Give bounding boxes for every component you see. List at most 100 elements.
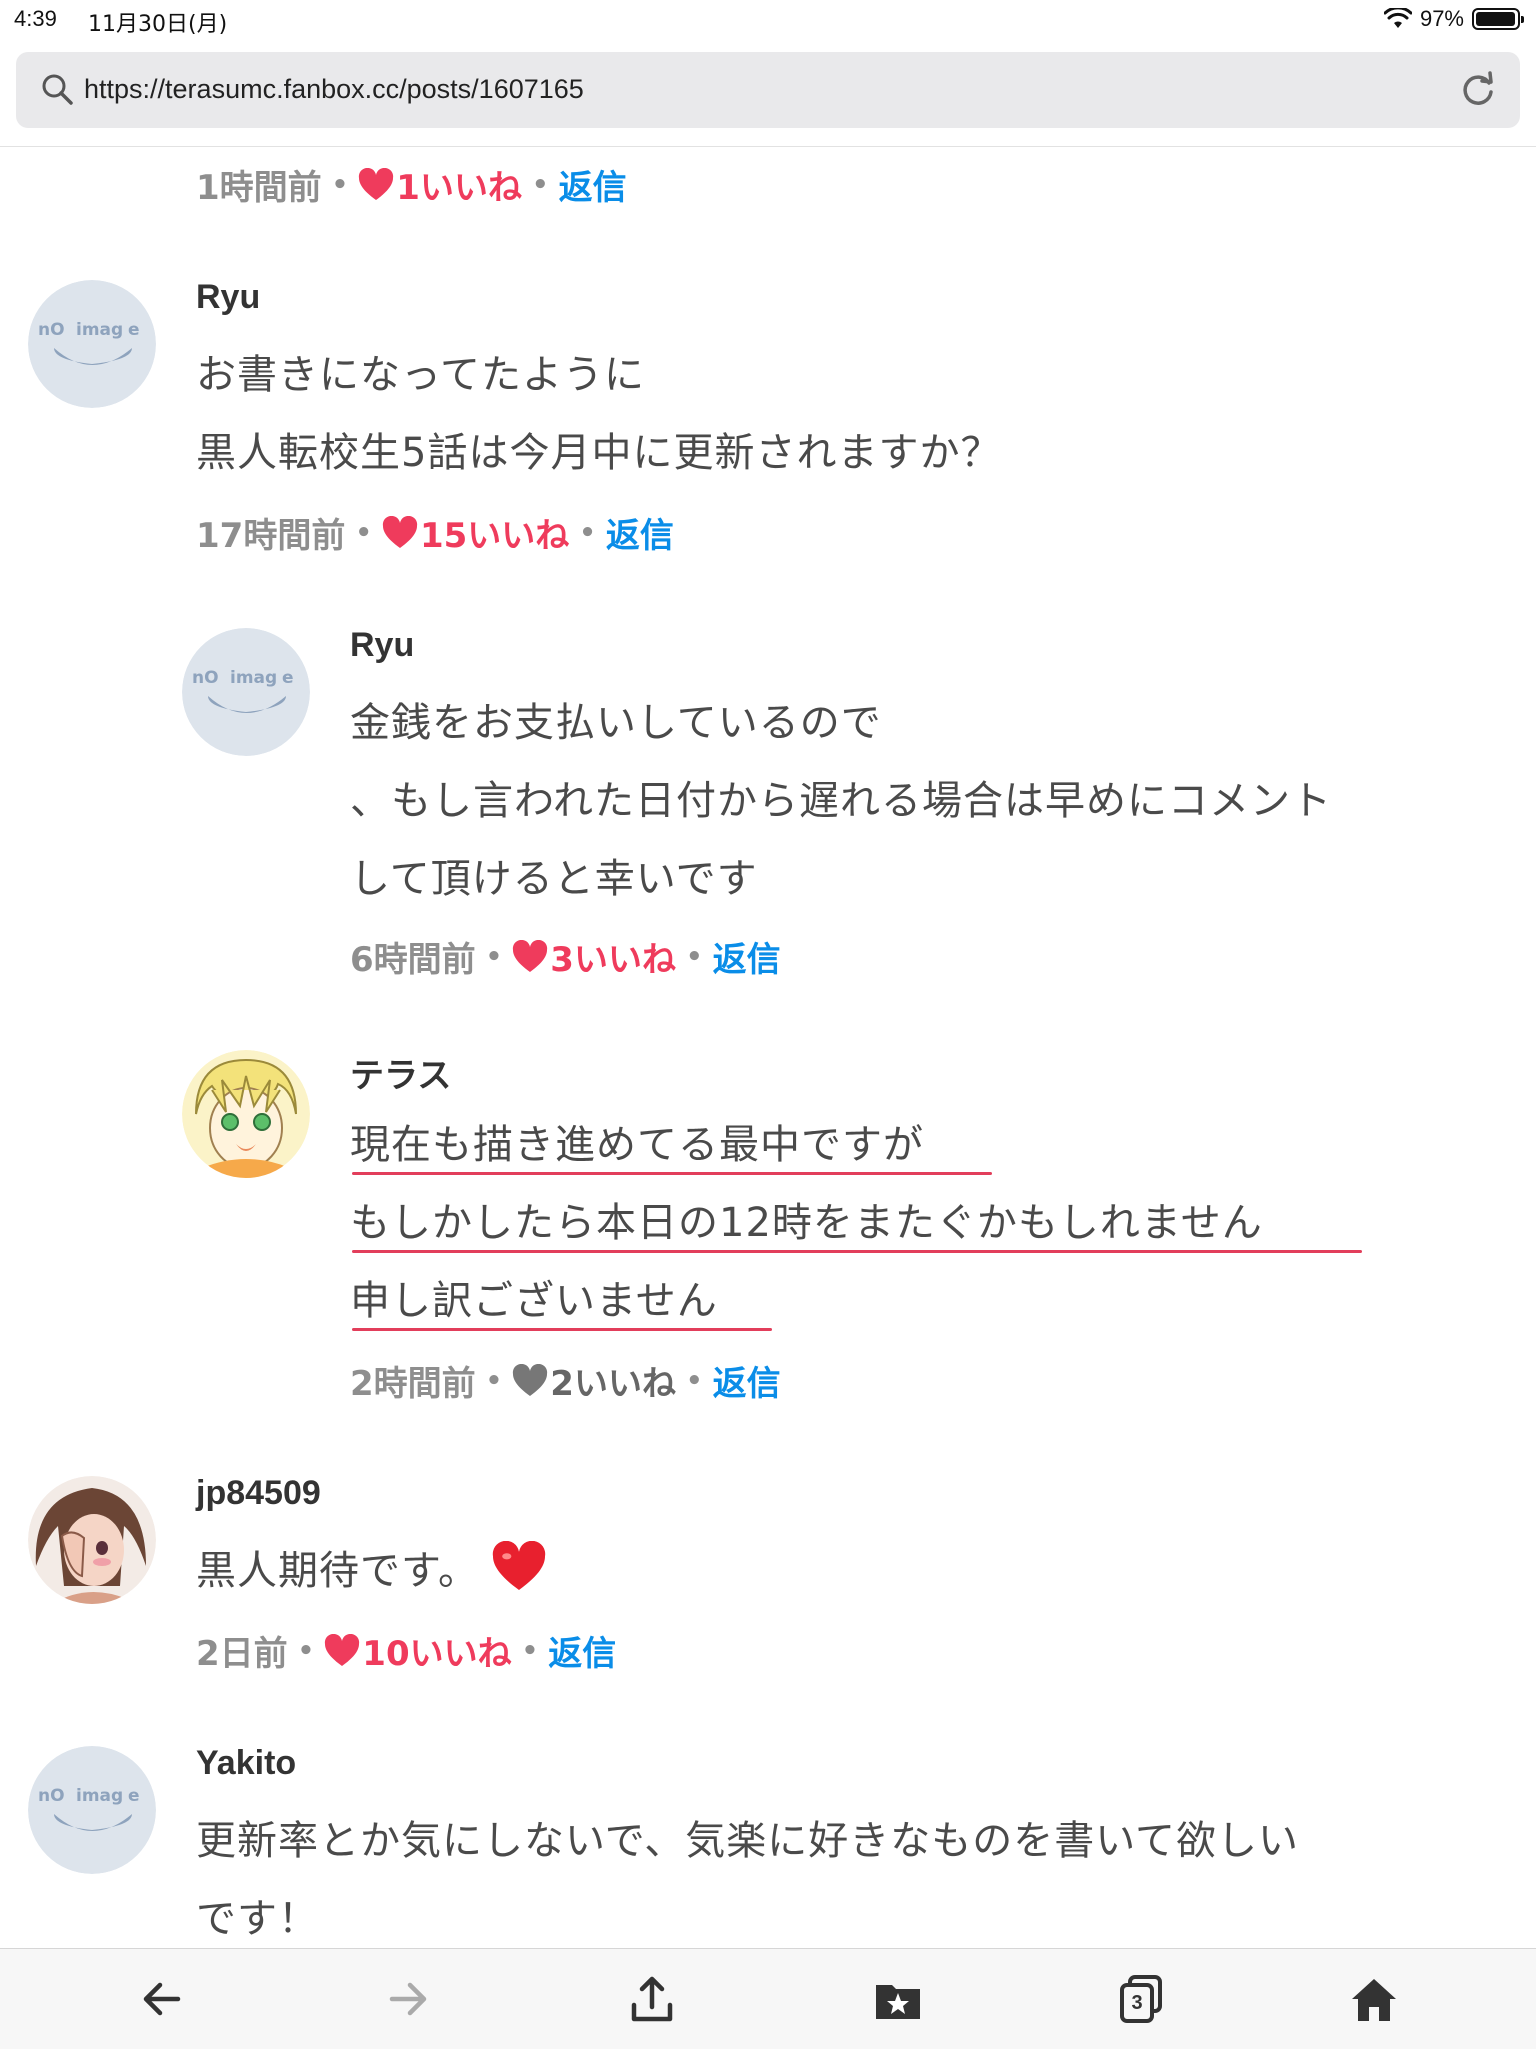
heart-outline-icon xyxy=(513,1363,548,1396)
comment-text-line: もしかしたら本日の12時をまたぐかもしれません xyxy=(350,1200,1263,1246)
separator-dot: • xyxy=(521,1635,539,1666)
separator-dot: • xyxy=(579,517,596,548)
like-count: 2いいね xyxy=(550,1364,676,1404)
comment-text-line: 金銭をお支払いしているので xyxy=(350,700,882,746)
avatar[interactable]: nO imag e xyxy=(28,1746,156,1874)
forward-arrow-icon[interactable] xyxy=(380,1971,436,2027)
bookmarks-icon[interactable] xyxy=(870,1971,926,2027)
comment-time: 2日前 xyxy=(196,1634,288,1674)
no-image-avatar-icon: nO imag e xyxy=(182,628,310,756)
back-arrow-icon[interactable] xyxy=(134,1971,190,2027)
url-text[interactable]: https://terasumc.fanbox.cc/posts/1607165 xyxy=(84,74,584,105)
tabs-count: 3 xyxy=(1131,1992,1143,2014)
separator-dot: • xyxy=(297,1635,315,1666)
comment-author[interactable]: Yakito xyxy=(196,1744,296,1783)
reply-link[interactable]: 返信 xyxy=(606,508,674,557)
battery-icon xyxy=(1472,8,1524,30)
comment-author[interactable]: Ryu xyxy=(196,278,260,317)
separator-dot: • xyxy=(531,169,549,200)
comment-time: 6時間前 xyxy=(350,940,476,980)
comment-time: 1時間前 xyxy=(196,168,322,208)
comment-text-line: お書きになってたように xyxy=(196,352,645,398)
comment-text-line: 、もし言われた日付から遅れる場合は早めにコメント xyxy=(350,778,1332,824)
like-count: 3いいね xyxy=(550,940,676,980)
comment-meta: 17時間前 • 15いいね • 返信 xyxy=(196,508,674,557)
comment-text-line: 現在も描き進めてる最中ですが xyxy=(350,1122,924,1168)
svg-text:e: e xyxy=(128,1786,140,1806)
avatar[interactable] xyxy=(28,1476,156,1604)
tabs-button[interactable]: 3 xyxy=(1114,1971,1170,2027)
comment-meta: 2時間前 • 2いいね • 返信 xyxy=(350,1356,781,1405)
svg-text:e: e xyxy=(128,320,140,340)
comment-time: 17時間前 xyxy=(196,516,346,556)
reply-link[interactable]: 返信 xyxy=(548,1626,616,1675)
svg-text:nO: nO xyxy=(38,1786,65,1806)
address-bar[interactable]: https://terasumc.fanbox.cc/posts/1607165 xyxy=(16,52,1520,128)
reply-link[interactable]: 返信 xyxy=(713,932,781,981)
no-image-avatar-icon: nO imag e xyxy=(28,1746,156,1874)
red-heart-emoji-icon xyxy=(492,1541,546,1590)
comment-meta: 1時間前 • 1いいね • 返信 xyxy=(196,160,627,209)
heart-icon xyxy=(513,939,548,972)
address-bar-divider xyxy=(0,146,1536,147)
highlight-underline xyxy=(352,1250,1362,1253)
svg-text:imag: imag xyxy=(76,320,123,340)
comment-text-line: 申し訳ございません xyxy=(350,1278,718,1324)
like-count: 15いいね xyxy=(419,516,570,556)
like-button[interactable]: 15いいね xyxy=(382,508,569,557)
comment-meta: 6時間前 • 3いいね • 返信 xyxy=(350,932,781,981)
reply-link[interactable]: 返信 xyxy=(713,1356,781,1405)
comment-text-line: 黒人転校生5話は今月中に更新されますか？ xyxy=(196,430,1002,476)
no-image-avatar-icon: nO imag e xyxy=(28,280,156,408)
separator-dot: • xyxy=(685,1365,703,1396)
browser-toolbar: 3 xyxy=(0,1948,1536,2049)
highlight-underline xyxy=(352,1328,772,1331)
comment-author[interactable]: テラス xyxy=(350,1048,451,1097)
wifi-icon xyxy=(1383,8,1412,28)
separator-dot: • xyxy=(485,1365,503,1396)
comment-meta: 2日前 • 10いいね • 返信 xyxy=(196,1626,616,1675)
comment-text-line: 黒人期待です。 xyxy=(196,1538,547,1596)
battery-level xyxy=(1476,12,1515,26)
svg-text:nO: nO xyxy=(38,320,65,340)
svg-text:nO: nO xyxy=(192,668,219,688)
home-icon[interactable] xyxy=(1346,1971,1402,2027)
like-count: 1いいね xyxy=(396,168,522,208)
highlight-underline xyxy=(352,1172,992,1175)
comment-text: 黒人期待です。 xyxy=(196,1548,479,1594)
like-button[interactable]: 3いいね xyxy=(512,932,676,981)
status-bar: 4:39 11月30日(月) 97% xyxy=(0,0,1536,40)
comment-text-line: です！ xyxy=(196,1896,319,1942)
status-indicators: 97% xyxy=(1383,6,1524,32)
share-icon[interactable] xyxy=(624,1971,680,2027)
status-date: 11月30日(月) xyxy=(88,12,228,37)
search-icon xyxy=(42,74,73,105)
comment-author[interactable]: Ryu xyxy=(350,626,414,665)
reply-link[interactable]: 返信 xyxy=(559,160,627,209)
comment-author[interactable]: jp84509 xyxy=(196,1474,321,1513)
comment-text-line: して頂けると幸いです xyxy=(350,856,758,902)
avatar[interactable]: nO imag e xyxy=(28,280,156,408)
battery-percent: 97% xyxy=(1419,6,1464,31)
avatar[interactable]: nO imag e xyxy=(182,628,310,756)
reload-icon[interactable] xyxy=(1458,70,1498,110)
separator-dot: • xyxy=(331,169,349,200)
heart-icon xyxy=(359,167,394,200)
comment-text-line: 更新率とか気にしないで、気楽に好きなものを書いて欲しい xyxy=(196,1818,1299,1864)
svg-text:e: e xyxy=(282,668,294,688)
anime-character-avatar-icon xyxy=(28,1476,156,1604)
avatar[interactable] xyxy=(182,1050,310,1178)
heart-icon xyxy=(325,1633,360,1666)
svg-text:imag: imag xyxy=(230,668,277,688)
separator-dot: • xyxy=(485,941,503,972)
heart-icon xyxy=(382,515,418,548)
like-button[interactable]: 1いいね xyxy=(358,160,522,209)
like-button[interactable]: 10いいね xyxy=(324,1626,512,1675)
separator-dot: • xyxy=(355,517,372,548)
status-time: 4:39 xyxy=(14,6,57,31)
svg-text:imag: imag xyxy=(76,1786,123,1806)
like-button[interactable]: 2いいね xyxy=(512,1356,676,1405)
separator-dot: • xyxy=(685,941,703,972)
comment-time: 2時間前 xyxy=(350,1364,476,1404)
like-count: 10いいね xyxy=(362,1634,512,1674)
